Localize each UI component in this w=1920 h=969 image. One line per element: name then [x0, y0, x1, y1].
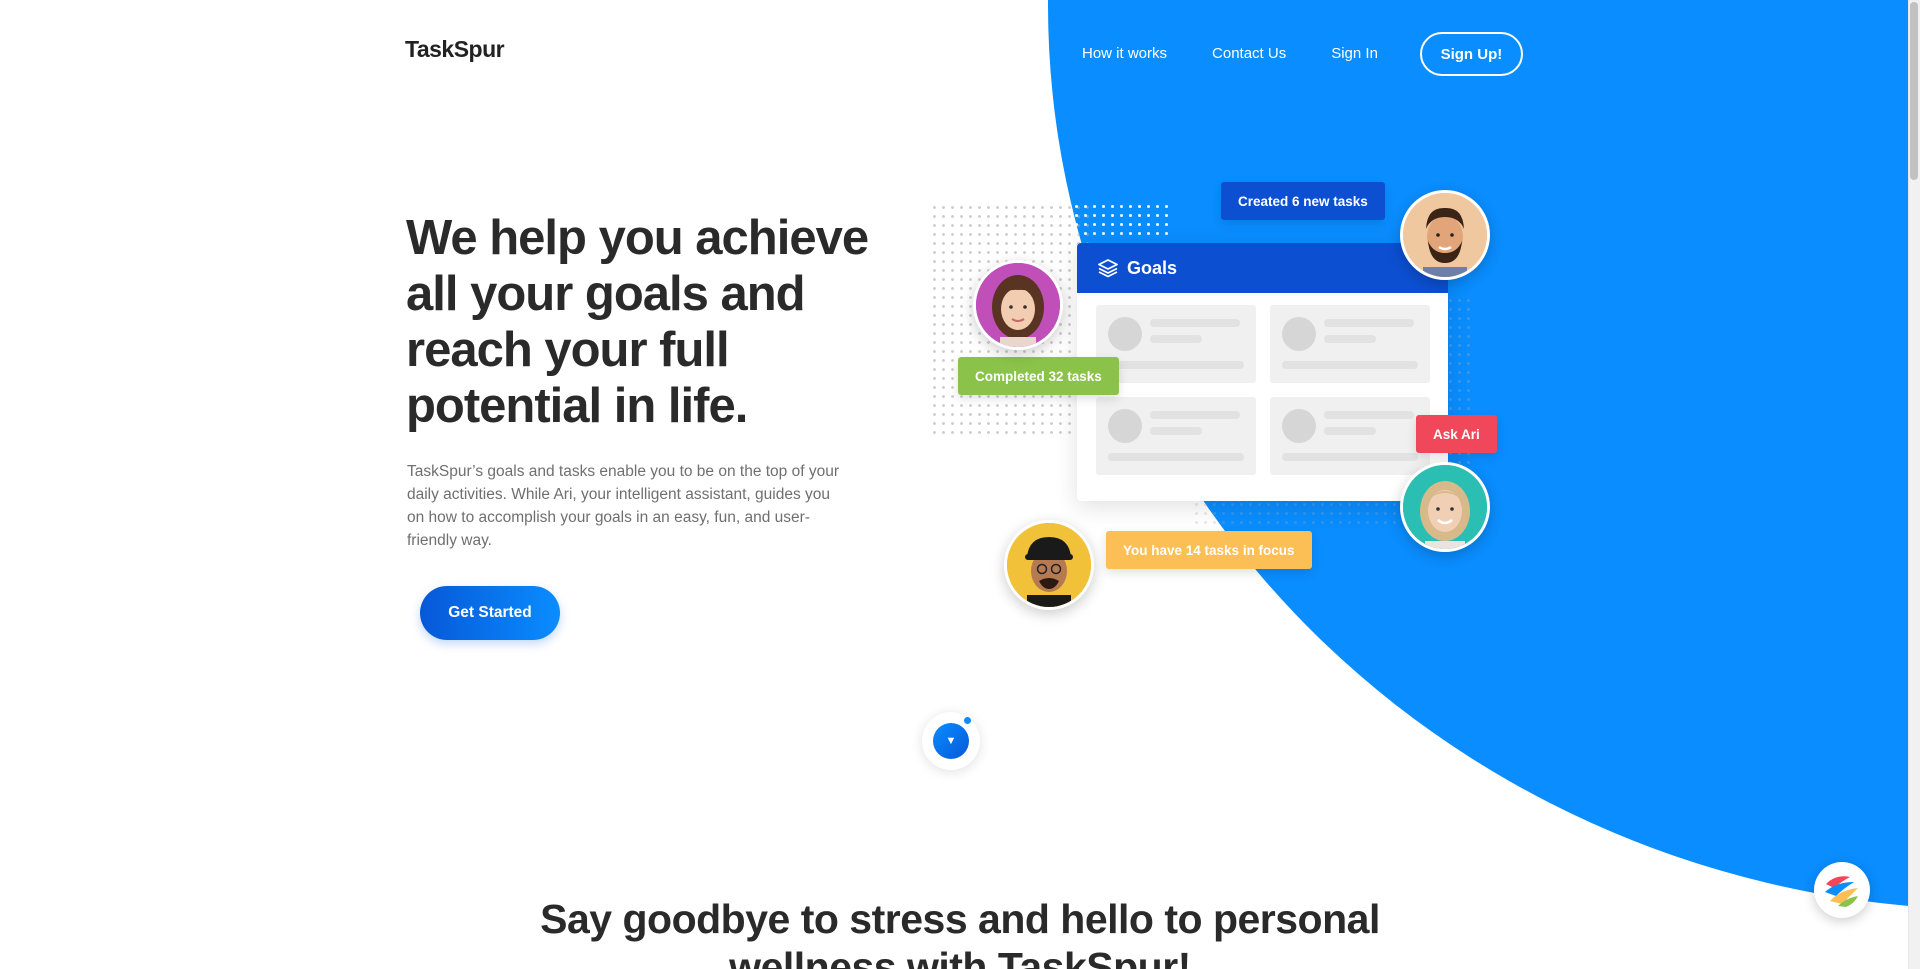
avatar-woman-blonde [1400, 462, 1490, 552]
placeholder-line [1150, 411, 1240, 419]
hero-background [0, 0, 1908, 969]
placeholder-line [1150, 335, 1202, 343]
goal-tile [1270, 397, 1430, 475]
avatar-man-cap [1004, 520, 1094, 610]
page-scrollbar[interactable] [1908, 0, 1920, 969]
placeholder-line [1282, 453, 1418, 461]
hero-description: TaskSpur’s goals and tasks enable you to… [407, 463, 839, 549]
placeholder-avatar [1108, 317, 1142, 351]
goals-card: Goals [1077, 243, 1448, 501]
avatar-man-beard [1400, 190, 1490, 280]
placeholder-line [1150, 427, 1202, 435]
ari-logo-icon [1822, 870, 1862, 910]
placeholder-line [1282, 361, 1418, 369]
placeholder-line [1108, 361, 1244, 369]
chat-widget-button[interactable] [1814, 862, 1870, 918]
logo[interactable]: TaskSpur [405, 36, 505, 63]
focus-tasks-tag: You have 14 tasks in focus [1106, 531, 1312, 569]
placeholder-line [1324, 411, 1414, 419]
signup-button[interactable]: Sign Up! [1419, 32, 1523, 76]
avatar-woman-pink [973, 260, 1063, 350]
get-started-button[interactable]: Get Started [420, 586, 560, 640]
goal-tile [1096, 305, 1256, 383]
placeholder-avatar [1282, 317, 1316, 351]
scroll-down-button[interactable]: ▼ [922, 712, 980, 770]
nav-contact-us[interactable]: Contact Us [1212, 28, 1286, 80]
goals-grid [1077, 293, 1448, 487]
scrollbar-thumb[interactable] [1910, 2, 1918, 180]
main-nav: How it works Contact Us Sign In Sign Up! [1082, 28, 1523, 80]
created-tasks-tag: Created 6 new tasks [1221, 182, 1385, 220]
section-title: Say goodbye to stress and hello to perso… [540, 896, 1380, 969]
completed-tasks-tag: Completed 32 tasks [958, 357, 1119, 395]
goals-card-title: Goals [1127, 257, 1178, 278]
dot-pattern-top [1072, 202, 1168, 240]
placeholder-line [1324, 427, 1376, 435]
placeholder-line [1324, 335, 1376, 343]
placeholder-avatar [1108, 409, 1142, 443]
landing-page: TaskSpur How it works Contact Us Sign In… [0, 0, 1920, 969]
goal-tile [1096, 397, 1256, 475]
nav-sign-in[interactable]: Sign In [1331, 28, 1378, 80]
hero-title: We help you achieve all your goals and r… [406, 211, 869, 433]
goal-tile [1270, 305, 1430, 383]
ask-ari-tag: Ask Ari [1416, 415, 1497, 453]
placeholder-line [1150, 319, 1240, 327]
layers-icon [1098, 259, 1118, 278]
goals-card-header: Goals [1077, 243, 1448, 293]
placeholder-avatar [1282, 409, 1316, 443]
chevron-down-icon: ▼ [933, 723, 969, 759]
nav-how-it-works[interactable]: How it works [1082, 28, 1167, 80]
placeholder-line [1324, 319, 1414, 327]
placeholder-line [1108, 453, 1244, 461]
indicator-dot [964, 717, 971, 724]
